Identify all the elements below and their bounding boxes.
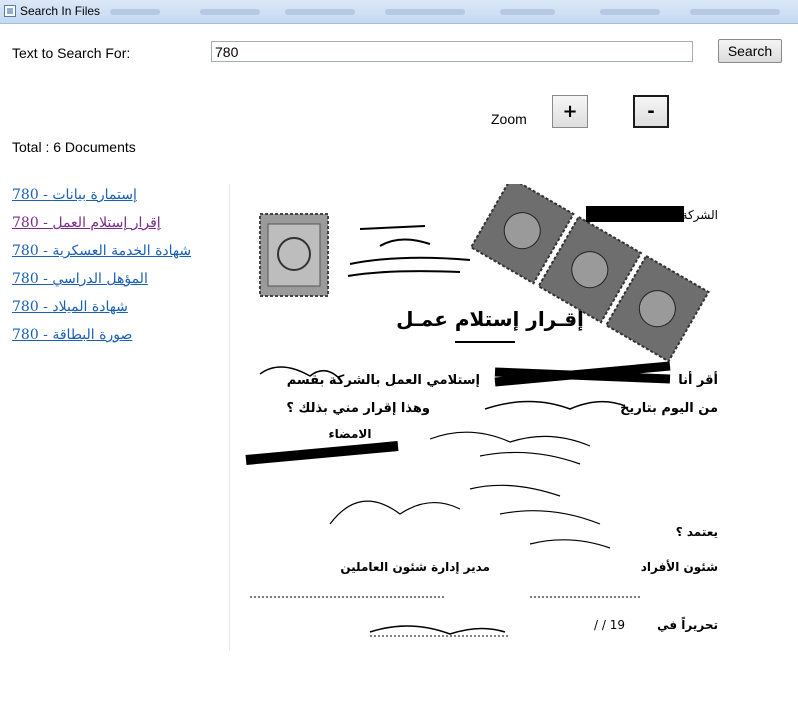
list-item: 780 - شهادة الخدمة العسكرية — [12, 242, 191, 270]
results-list: 780 - إستمارة بيانات 780 - إقرار إستلام … — [12, 186, 191, 354]
doc-approved: يعتمد ؟ — [676, 525, 718, 539]
doc-heading: إقـرار إستلام عمـل — [396, 307, 584, 331]
result-link[interactable]: 780 - شهادة الخدمة العسكرية — [12, 243, 191, 259]
zoom-out-button[interactable]: - — [633, 95, 669, 128]
scanned-document: الشركة إقـرار إستلام عمـل أقر أنا إستلام… — [245, 184, 718, 637]
doc-line1-rest: إستلامي العمل بالشركة بقسم — [287, 373, 480, 388]
doc-hr-manager: مدير إدارة شئون العاملين — [340, 560, 490, 575]
doc-date-blank: / / 19 — [594, 618, 625, 632]
list-item: 780 - شهادة الميلاد — [12, 298, 191, 326]
list-item: 780 - المؤهل الدراسي — [12, 270, 191, 298]
result-link[interactable]: 780 - صورة البطاقة — [12, 327, 132, 343]
title-bar: Search In Files — [0, 0, 798, 24]
document-preview: الشركة إقـرار إستلام عمـل أقر أنا إستلام… — [229, 184, 747, 651]
search-button[interactable]: Search — [718, 39, 782, 63]
list-item: 780 - صورة البطاقة — [12, 326, 191, 354]
doc-dated: تحريراً في — [657, 616, 718, 632]
search-label: Text to Search For: — [12, 45, 131, 61]
result-link[interactable]: 780 - شهادة الميلاد — [12, 299, 128, 315]
result-link[interactable]: 780 - إستمارة بيانات — [12, 187, 137, 203]
redaction-bar — [586, 206, 684, 222]
search-input[interactable] — [211, 41, 693, 62]
app-icon — [4, 5, 16, 17]
zoom-in-button[interactable]: + — [552, 95, 588, 128]
list-item: 780 - إقرار إستلام العمل — [12, 214, 191, 242]
doc-line2-prefix: من اليوم بتاريخ — [620, 401, 718, 416]
results-count: 6 — [53, 139, 62, 155]
doc-company-label: الشركة — [682, 208, 718, 223]
result-link[interactable]: 780 - المؤهل الدراسي — [12, 271, 148, 287]
doc-signature-label: الامضاء — [329, 427, 372, 441]
results-total: Total : 6 Documents — [12, 139, 136, 155]
list-item: 780 - إستمارة بيانات — [12, 186, 191, 214]
doc-line2-rest: وهذا إقرار مني بذلك ؟ — [286, 401, 430, 416]
window-title: Search In Files — [20, 4, 101, 18]
revenue-stamp-small — [259, 213, 329, 297]
result-link[interactable]: 780 - إقرار إستلام العمل — [12, 215, 161, 231]
doc-line1-prefix: أقر أنا — [678, 371, 718, 388]
zoom-label: Zoom — [491, 111, 527, 127]
doc-personnel: شئون الأفراد — [641, 559, 718, 575]
